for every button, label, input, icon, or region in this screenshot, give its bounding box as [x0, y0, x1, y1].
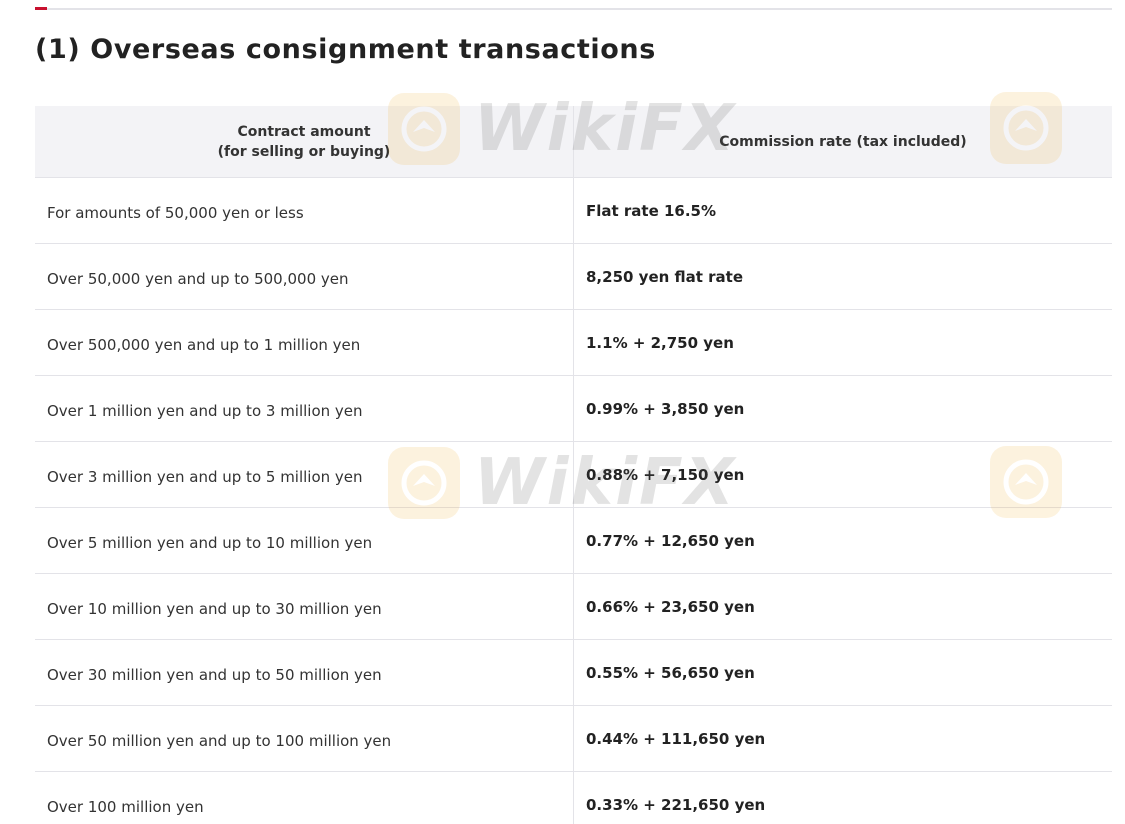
rate-cell: 8,250 yen flat rate [573, 243, 1112, 310]
table-row: Over 10 million yen and up to 30 million… [35, 573, 1112, 640]
table-row: Over 3 million yen and up to 5 million y… [35, 441, 1112, 508]
section-title: (1) Overseas consignment transactions [35, 34, 656, 65]
top-divider [35, 8, 1112, 10]
amount-cell: Over 5 million yen and up to 10 million … [35, 507, 574, 574]
amount-cell: Over 50,000 yen and up to 500,000 yen [35, 243, 574, 310]
amount-cell: For amounts of 50,000 yen or less [35, 177, 574, 244]
table-row: Over 100 million yen 0.33% + 221,650 yen [35, 771, 1112, 824]
amount-cell: Over 10 million yen and up to 30 million… [35, 573, 574, 640]
amount-cell: Over 30 million yen and up to 50 million… [35, 639, 574, 706]
header-contract-amount: Contract amount (for selling or buying) [35, 106, 574, 178]
rate-cell: Flat rate 16.5% [573, 177, 1112, 244]
header-contract-amount-line2: (for selling or buying) [217, 143, 391, 160]
table-row: Over 50 million yen and up to 100 millio… [35, 705, 1112, 772]
rate-cell: 0.55% + 56,650 yen [573, 639, 1112, 706]
rate-cell: 0.99% + 3,850 yen [573, 375, 1112, 442]
page: (1) Overseas consignment transactions Co… [0, 0, 1125, 824]
top-accent-mark [35, 7, 47, 10]
header-commission-rate: Commission rate (tax included) [573, 106, 1112, 178]
header-contract-amount-line1: Contract amount [237, 123, 371, 140]
rate-cell: 0.33% + 221,650 yen [573, 771, 1112, 824]
table-row: Over 50,000 yen and up to 500,000 yen 8,… [35, 243, 1112, 310]
table-row: Over 5 million yen and up to 10 million … [35, 507, 1112, 574]
amount-cell: Over 1 million yen and up to 3 million y… [35, 375, 574, 442]
amount-cell: Over 3 million yen and up to 5 million y… [35, 441, 574, 508]
table-row: Over 30 million yen and up to 50 million… [35, 639, 1112, 706]
rate-cell: 0.44% + 111,650 yen [573, 705, 1112, 772]
table-row: For amounts of 50,000 yen or less Flat r… [35, 177, 1112, 244]
amount-cell: Over 100 million yen [35, 771, 574, 824]
rate-cell: 0.88% + 7,150 yen [573, 441, 1112, 508]
amount-cell: Over 500,000 yen and up to 1 million yen [35, 309, 574, 376]
table-row: Over 500,000 yen and up to 1 million yen… [35, 309, 1112, 376]
rate-cell: 0.77% + 12,650 yen [573, 507, 1112, 574]
rate-cell: 0.66% + 23,650 yen [573, 573, 1112, 640]
amount-cell: Over 50 million yen and up to 100 millio… [35, 705, 574, 772]
rate-cell: 1.1% + 2,750 yen [573, 309, 1112, 376]
commission-table: Contract amount (for selling or buying) … [35, 106, 1112, 824]
table-row: Over 1 million yen and up to 3 million y… [35, 375, 1112, 442]
table-header-row: Contract amount (for selling or buying) … [35, 106, 1112, 178]
